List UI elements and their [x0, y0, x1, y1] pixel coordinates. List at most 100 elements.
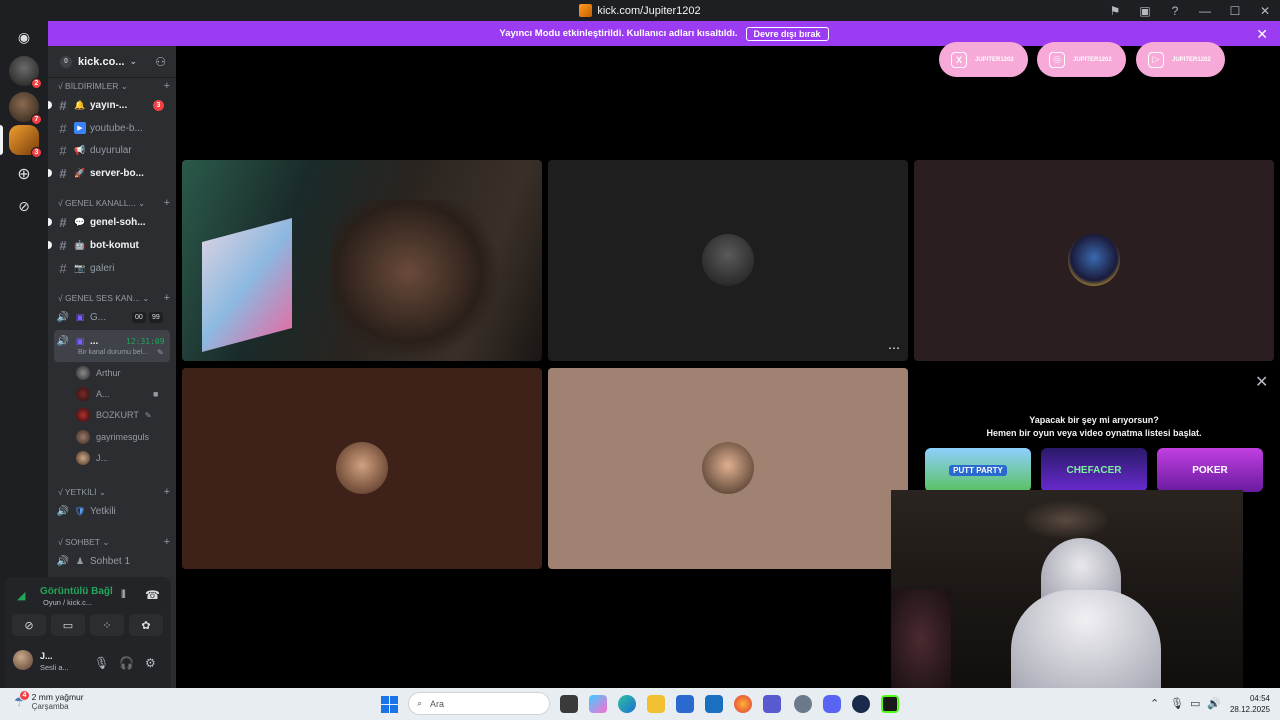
weather-widget[interactable]: ☂ 4 2 mm yağmur Çarşamba [14, 689, 84, 711]
video-tile-user-3[interactable] [914, 160, 1274, 361]
firefox-icon[interactable] [734, 695, 752, 713]
server-icon-2[interactable]: 7 [9, 92, 42, 125]
maximize-button[interactable]: ☐ [1220, 0, 1250, 21]
tray-chevron-icon[interactable]: ⌃ [1150, 697, 1159, 710]
server-icon-1[interactable]: 2 [9, 56, 42, 89]
add-channel-icon[interactable]: + [164, 80, 170, 92]
discord-taskbar-icon[interactable] [823, 695, 841, 713]
video-tile-user-2[interactable]: ⋯ [548, 160, 908, 361]
soundboard-button[interactable]: ✿ [129, 614, 163, 636]
voice-channel-active[interactable]: 🔊 ▣ ... 12:31:09 [56, 331, 170, 351]
channel-yayin[interactable]: # 🔔 yayın-... 3 [48, 95, 170, 115]
taskbar-search[interactable]: ⌕ Ara [408, 692, 550, 715]
add-server-icon[interactable]: ⊕ [9, 159, 39, 189]
noise-suppression-icon[interactable]: ⦀ [121, 589, 126, 602]
title-bar: kick.com/Jupiter1202 ⚑ ▣ ? — ☐ ✕ [0, 0, 1280, 21]
category-bildirimler[interactable]: √ BİLDİRİMLER ⌄ + [58, 79, 170, 93]
flag-icon[interactable]: ⚑ [1105, 3, 1125, 19]
voice-status-text[interactable]: Bir kanal durumu bel... [78, 349, 148, 356]
copilot-icon[interactable] [589, 695, 607, 713]
invite-people-icon[interactable]: ⚇ [155, 55, 166, 69]
activities-button[interactable]: ⁘ [90, 614, 124, 636]
server-header[interactable]: 0 kick.co... ⌄ ⚇ [48, 46, 176, 78]
kick-taskbar-icon[interactable] [881, 695, 899, 713]
windows-taskbar: ☂ 4 2 mm yağmur Çarşamba ⌕ Ara ⌃ 🎙 ▭ 🔊 0… [0, 688, 1280, 720]
voice-member[interactable]: J... [76, 449, 108, 467]
outlook-icon[interactable] [705, 695, 723, 713]
game-card-putt-party[interactable]: PUTT PARTY [925, 448, 1031, 492]
steam-icon[interactable] [852, 695, 870, 713]
discover-icon[interactable]: ⊘ [9, 191, 39, 221]
channel-youtube[interactable]: # ▶ youtube-b... [56, 118, 170, 138]
pencil-icon[interactable]: ✎ [157, 348, 164, 357]
disconnect-icon[interactable]: ☎ [145, 588, 160, 602]
game-card-poker[interactable]: POKER [1157, 448, 1263, 492]
voice-member[interactable]: gayrimesguls [76, 428, 149, 446]
chair-shape [891, 590, 951, 688]
close-promo-icon[interactable]: ✕ [1255, 372, 1268, 392]
voice-channel-g[interactable]: 🔊 ▣ G... 00 99 [56, 307, 170, 327]
discord-home-icon[interactable]: ◉ [9, 26, 39, 48]
add-channel-icon[interactable]: + [164, 536, 170, 548]
category-yetkili[interactable]: √ YETKİLİ ⌄ + [58, 485, 170, 499]
teams-icon[interactable] [763, 695, 781, 713]
add-channel-icon[interactable]: + [164, 292, 170, 304]
channel-label: galeri [90, 262, 115, 274]
social-link-x[interactable]: X JUPITER1202 [939, 42, 1028, 77]
server-icon-kick[interactable]: 3 [9, 125, 42, 158]
game-card-chefacer[interactable]: CHEFACER [1041, 448, 1147, 492]
participant-avatar [702, 442, 754, 494]
voice-channel-sohbet-1[interactable]: 🔊 ♟ Sohbet 1 [56, 551, 170, 571]
windows-start-icon[interactable] [381, 696, 398, 713]
add-channel-icon[interactable]: + [164, 486, 170, 498]
camera-off-button[interactable]: ⊘ [12, 614, 46, 636]
channel-server-bo[interactable]: # 🚀 server-bo... [48, 163, 170, 183]
voice-member[interactable]: BOZKURT ✎ [76, 406, 152, 424]
avatar [76, 408, 90, 422]
voice-subtitle[interactable]: Oyun / kick.c... [43, 598, 92, 607]
voice-member[interactable]: A... ■ [76, 385, 158, 403]
monitor-glow [202, 217, 292, 353]
participant-avatar [1068, 234, 1120, 286]
channel-duyurular[interactable]: # 📢 duyurular [56, 140, 170, 160]
channel-galeri[interactable]: # 📷 galeri [56, 258, 170, 278]
category-genel-kanallar[interactable]: √ GENEL KANALL... ⌄ + [58, 196, 170, 210]
tray-volume-icon[interactable]: 🔊 [1207, 697, 1221, 710]
video-tile-streamer[interactable] [182, 160, 542, 361]
voice-status[interactable]: Görüntülü Bağl [40, 586, 113, 597]
category-sohbet[interactable]: √ SOHBET ⌄ + [58, 535, 170, 549]
video-tile-user-5[interactable] [548, 368, 908, 569]
close-window-button[interactable]: ✕ [1250, 0, 1280, 21]
tray-mic-icon[interactable]: 🎙 [1170, 697, 1184, 710]
promo-line-1: Yapacak bir şey mi arıyorsun? [1029, 415, 1159, 425]
settings-app-icon[interactable] [794, 695, 812, 713]
tray-display-icon[interactable]: ▭ [1190, 697, 1200, 710]
task-view-icon[interactable] [560, 695, 578, 713]
more-options-icon[interactable]: ⋯ [888, 341, 900, 355]
headphones-icon[interactable]: 🎧 [119, 656, 134, 670]
inbox-icon[interactable]: ▣ [1135, 3, 1155, 19]
system-clock[interactable]: 04:54 28.12.2025 [1230, 693, 1270, 715]
microphone-icon[interactable]: 🎙 [94, 656, 109, 670]
channel-bot-komut[interactable]: # 🤖 bot-komut [48, 235, 170, 255]
store-icon[interactable] [676, 695, 694, 713]
settings-gear-icon[interactable]: ⚙ [145, 656, 156, 670]
channel-genel-sohbet[interactable]: # 💬 genel-soh... [48, 212, 170, 232]
participant-avatar [336, 442, 388, 494]
category-genel-ses[interactable]: √ GENEL SES KAN... ⌄ + [58, 291, 170, 305]
social-link-instagram[interactable]: ◎ JUPITER1202 [1037, 42, 1126, 77]
voice-member[interactable]: Arthur [76, 364, 121, 382]
add-channel-icon[interactable]: + [164, 197, 170, 209]
video-tile-user-4[interactable] [182, 368, 542, 569]
disable-streamer-mode-button[interactable]: Devre dışı bırak [745, 26, 829, 41]
edge-icon[interactable] [618, 695, 636, 713]
screen-share-button[interactable]: ▭ [51, 614, 85, 636]
voice-channel-yetkili[interactable]: 🔊 🛡 Yetkili [56, 501, 170, 521]
social-link-youtube[interactable]: ▷ JUPITER1202 [1136, 42, 1225, 77]
help-icon[interactable]: ? [1165, 3, 1185, 19]
user-avatar[interactable] [13, 650, 33, 670]
file-explorer-icon[interactable] [647, 695, 665, 713]
voice-connection-panel: ◢ Görüntülü Bağl Oyun / kick.c... ⦀ ☎ ⊘ … [5, 577, 171, 688]
minimize-button[interactable]: — [1190, 0, 1220, 21]
close-banner-icon[interactable]: ✕ [1256, 26, 1268, 43]
